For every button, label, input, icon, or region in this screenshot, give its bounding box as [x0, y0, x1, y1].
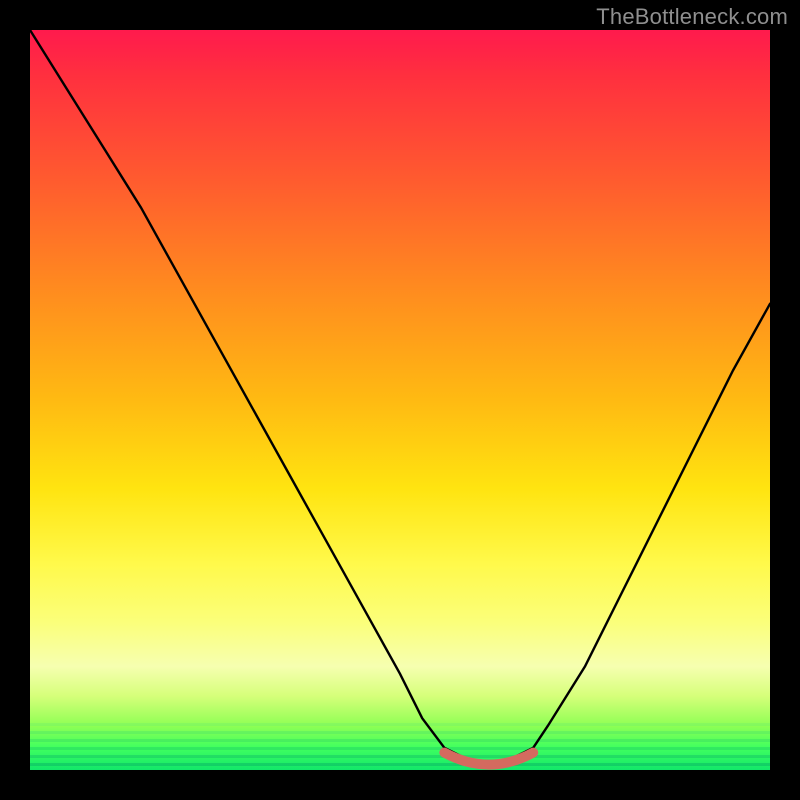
watermark-text: TheBottleneck.com — [596, 4, 788, 30]
curve-bottom-marker — [444, 753, 533, 765]
plot-area — [30, 30, 770, 770]
bottleneck-curve — [30, 30, 770, 770]
chart-frame: TheBottleneck.com — [0, 0, 800, 800]
curve-path — [30, 30, 770, 763]
